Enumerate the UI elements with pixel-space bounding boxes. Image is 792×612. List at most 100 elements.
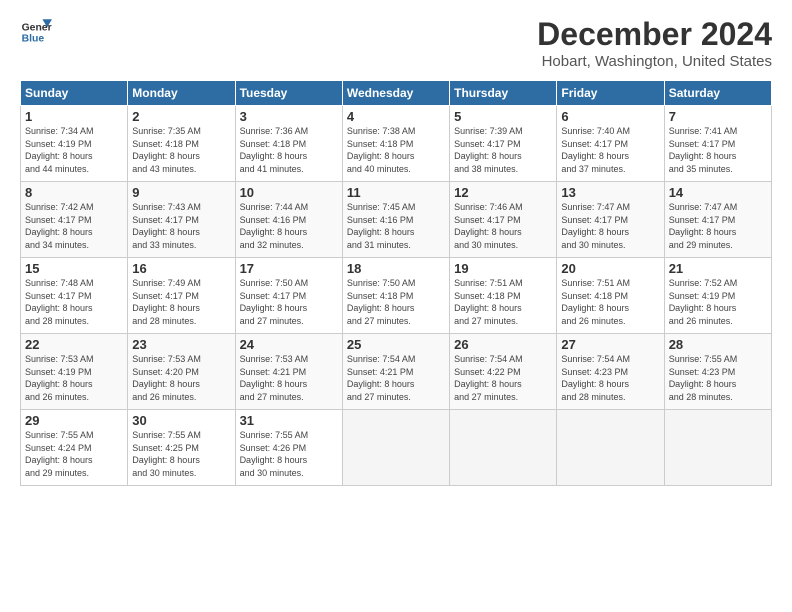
calendar-cell: 17Sunrise: 7:50 AM Sunset: 4:17 PM Dayli… (235, 258, 342, 334)
calendar-cell: 1Sunrise: 7:34 AM Sunset: 4:19 PM Daylig… (21, 106, 128, 182)
calendar-cell: 25Sunrise: 7:54 AM Sunset: 4:21 PM Dayli… (342, 334, 449, 410)
day-info: Sunrise: 7:55 AM Sunset: 4:23 PM Dayligh… (669, 353, 767, 403)
day-number: 7 (669, 109, 767, 124)
day-info: Sunrise: 7:35 AM Sunset: 4:18 PM Dayligh… (132, 125, 230, 175)
calendar-cell: 27Sunrise: 7:54 AM Sunset: 4:23 PM Dayli… (557, 334, 664, 410)
calendar-cell: 28Sunrise: 7:55 AM Sunset: 4:23 PM Dayli… (664, 334, 771, 410)
logo-icon: General Blue (20, 16, 52, 48)
day-number: 10 (240, 185, 338, 200)
day-info: Sunrise: 7:51 AM Sunset: 4:18 PM Dayligh… (454, 277, 552, 327)
calendar-cell: 20Sunrise: 7:51 AM Sunset: 4:18 PM Dayli… (557, 258, 664, 334)
day-info: Sunrise: 7:40 AM Sunset: 4:17 PM Dayligh… (561, 125, 659, 175)
calendar-cell: 31Sunrise: 7:55 AM Sunset: 4:26 PM Dayli… (235, 410, 342, 486)
calendar-cell: 15Sunrise: 7:48 AM Sunset: 4:17 PM Dayli… (21, 258, 128, 334)
week-row-2: 8Sunrise: 7:42 AM Sunset: 4:17 PM Daylig… (21, 182, 772, 258)
day-number: 20 (561, 261, 659, 276)
day-info: Sunrise: 7:47 AM Sunset: 4:17 PM Dayligh… (561, 201, 659, 251)
calendar-cell: 22Sunrise: 7:53 AM Sunset: 4:19 PM Dayli… (21, 334, 128, 410)
day-number: 27 (561, 337, 659, 352)
calendar-cell: 6Sunrise: 7:40 AM Sunset: 4:17 PM Daylig… (557, 106, 664, 182)
day-info: Sunrise: 7:43 AM Sunset: 4:17 PM Dayligh… (132, 201, 230, 251)
day-info: Sunrise: 7:53 AM Sunset: 4:21 PM Dayligh… (240, 353, 338, 403)
calendar-cell: 3Sunrise: 7:36 AM Sunset: 4:18 PM Daylig… (235, 106, 342, 182)
calendar-cell: 4Sunrise: 7:38 AM Sunset: 4:18 PM Daylig… (342, 106, 449, 182)
calendar-cell: 29Sunrise: 7:55 AM Sunset: 4:24 PM Dayli… (21, 410, 128, 486)
calendar-cell: 12Sunrise: 7:46 AM Sunset: 4:17 PM Dayli… (450, 182, 557, 258)
header: General Blue December 2024 Hobart, Washi… (20, 16, 772, 70)
calendar-cell: 19Sunrise: 7:51 AM Sunset: 4:18 PM Dayli… (450, 258, 557, 334)
calendar-cell: 13Sunrise: 7:47 AM Sunset: 4:17 PM Dayli… (557, 182, 664, 258)
month-title: December 2024 (537, 16, 772, 53)
day-info: Sunrise: 7:46 AM Sunset: 4:17 PM Dayligh… (454, 201, 552, 251)
week-row-5: 29Sunrise: 7:55 AM Sunset: 4:24 PM Dayli… (21, 410, 772, 486)
day-number: 13 (561, 185, 659, 200)
day-number: 15 (25, 261, 123, 276)
day-number: 9 (132, 185, 230, 200)
col-header-tuesday: Tuesday (235, 81, 342, 106)
day-info: Sunrise: 7:39 AM Sunset: 4:17 PM Dayligh… (454, 125, 552, 175)
day-number: 11 (347, 185, 445, 200)
day-info: Sunrise: 7:45 AM Sunset: 4:16 PM Dayligh… (347, 201, 445, 251)
day-number: 1 (25, 109, 123, 124)
calendar-cell (342, 410, 449, 486)
day-number: 26 (454, 337, 552, 352)
col-header-friday: Friday (557, 81, 664, 106)
day-number: 5 (454, 109, 552, 124)
day-info: Sunrise: 7:50 AM Sunset: 4:17 PM Dayligh… (240, 277, 338, 327)
calendar-cell: 23Sunrise: 7:53 AM Sunset: 4:20 PM Dayli… (128, 334, 235, 410)
calendar-cell: 21Sunrise: 7:52 AM Sunset: 4:19 PM Dayli… (664, 258, 771, 334)
day-info: Sunrise: 7:54 AM Sunset: 4:23 PM Dayligh… (561, 353, 659, 403)
day-number: 4 (347, 109, 445, 124)
day-info: Sunrise: 7:47 AM Sunset: 4:17 PM Dayligh… (669, 201, 767, 251)
col-header-sunday: Sunday (21, 81, 128, 106)
day-info: Sunrise: 7:50 AM Sunset: 4:18 PM Dayligh… (347, 277, 445, 327)
calendar-cell: 5Sunrise: 7:39 AM Sunset: 4:17 PM Daylig… (450, 106, 557, 182)
day-info: Sunrise: 7:52 AM Sunset: 4:19 PM Dayligh… (669, 277, 767, 327)
day-number: 14 (669, 185, 767, 200)
day-info: Sunrise: 7:49 AM Sunset: 4:17 PM Dayligh… (132, 277, 230, 327)
location-title: Hobart, Washington, United States (537, 53, 772, 70)
day-info: Sunrise: 7:44 AM Sunset: 4:16 PM Dayligh… (240, 201, 338, 251)
day-number: 30 (132, 413, 230, 428)
logo: General Blue (20, 16, 52, 48)
day-number: 12 (454, 185, 552, 200)
day-info: Sunrise: 7:55 AM Sunset: 4:25 PM Dayligh… (132, 429, 230, 479)
col-header-monday: Monday (128, 81, 235, 106)
day-number: 21 (669, 261, 767, 276)
day-number: 6 (561, 109, 659, 124)
day-info: Sunrise: 7:34 AM Sunset: 4:19 PM Dayligh… (25, 125, 123, 175)
week-row-4: 22Sunrise: 7:53 AM Sunset: 4:19 PM Dayli… (21, 334, 772, 410)
calendar-cell: 14Sunrise: 7:47 AM Sunset: 4:17 PM Dayli… (664, 182, 771, 258)
col-header-wednesday: Wednesday (342, 81, 449, 106)
svg-text:Blue: Blue (22, 34, 45, 45)
title-area: December 2024 Hobart, Washington, United… (537, 16, 772, 70)
day-number: 2 (132, 109, 230, 124)
day-number: 23 (132, 337, 230, 352)
day-number: 3 (240, 109, 338, 124)
day-number: 25 (347, 337, 445, 352)
day-info: Sunrise: 7:55 AM Sunset: 4:26 PM Dayligh… (240, 429, 338, 479)
day-number: 17 (240, 261, 338, 276)
header-row: SundayMondayTuesdayWednesdayThursdayFrid… (21, 81, 772, 106)
calendar-cell (664, 410, 771, 486)
week-row-1: 1Sunrise: 7:34 AM Sunset: 4:19 PM Daylig… (21, 106, 772, 182)
day-info: Sunrise: 7:36 AM Sunset: 4:18 PM Dayligh… (240, 125, 338, 175)
calendar-cell (450, 410, 557, 486)
day-number: 22 (25, 337, 123, 352)
day-number: 16 (132, 261, 230, 276)
day-info: Sunrise: 7:48 AM Sunset: 4:17 PM Dayligh… (25, 277, 123, 327)
day-info: Sunrise: 7:53 AM Sunset: 4:19 PM Dayligh… (25, 353, 123, 403)
week-row-3: 15Sunrise: 7:48 AM Sunset: 4:17 PM Dayli… (21, 258, 772, 334)
day-info: Sunrise: 7:55 AM Sunset: 4:24 PM Dayligh… (25, 429, 123, 479)
day-info: Sunrise: 7:54 AM Sunset: 4:22 PM Dayligh… (454, 353, 552, 403)
day-number: 31 (240, 413, 338, 428)
calendar-cell: 16Sunrise: 7:49 AM Sunset: 4:17 PM Dayli… (128, 258, 235, 334)
calendar-cell: 8Sunrise: 7:42 AM Sunset: 4:17 PM Daylig… (21, 182, 128, 258)
day-info: Sunrise: 7:41 AM Sunset: 4:17 PM Dayligh… (669, 125, 767, 175)
calendar-cell: 9Sunrise: 7:43 AM Sunset: 4:17 PM Daylig… (128, 182, 235, 258)
calendar-cell: 11Sunrise: 7:45 AM Sunset: 4:16 PM Dayli… (342, 182, 449, 258)
calendar-cell: 30Sunrise: 7:55 AM Sunset: 4:25 PM Dayli… (128, 410, 235, 486)
day-number: 18 (347, 261, 445, 276)
day-info: Sunrise: 7:38 AM Sunset: 4:18 PM Dayligh… (347, 125, 445, 175)
calendar-cell (557, 410, 664, 486)
